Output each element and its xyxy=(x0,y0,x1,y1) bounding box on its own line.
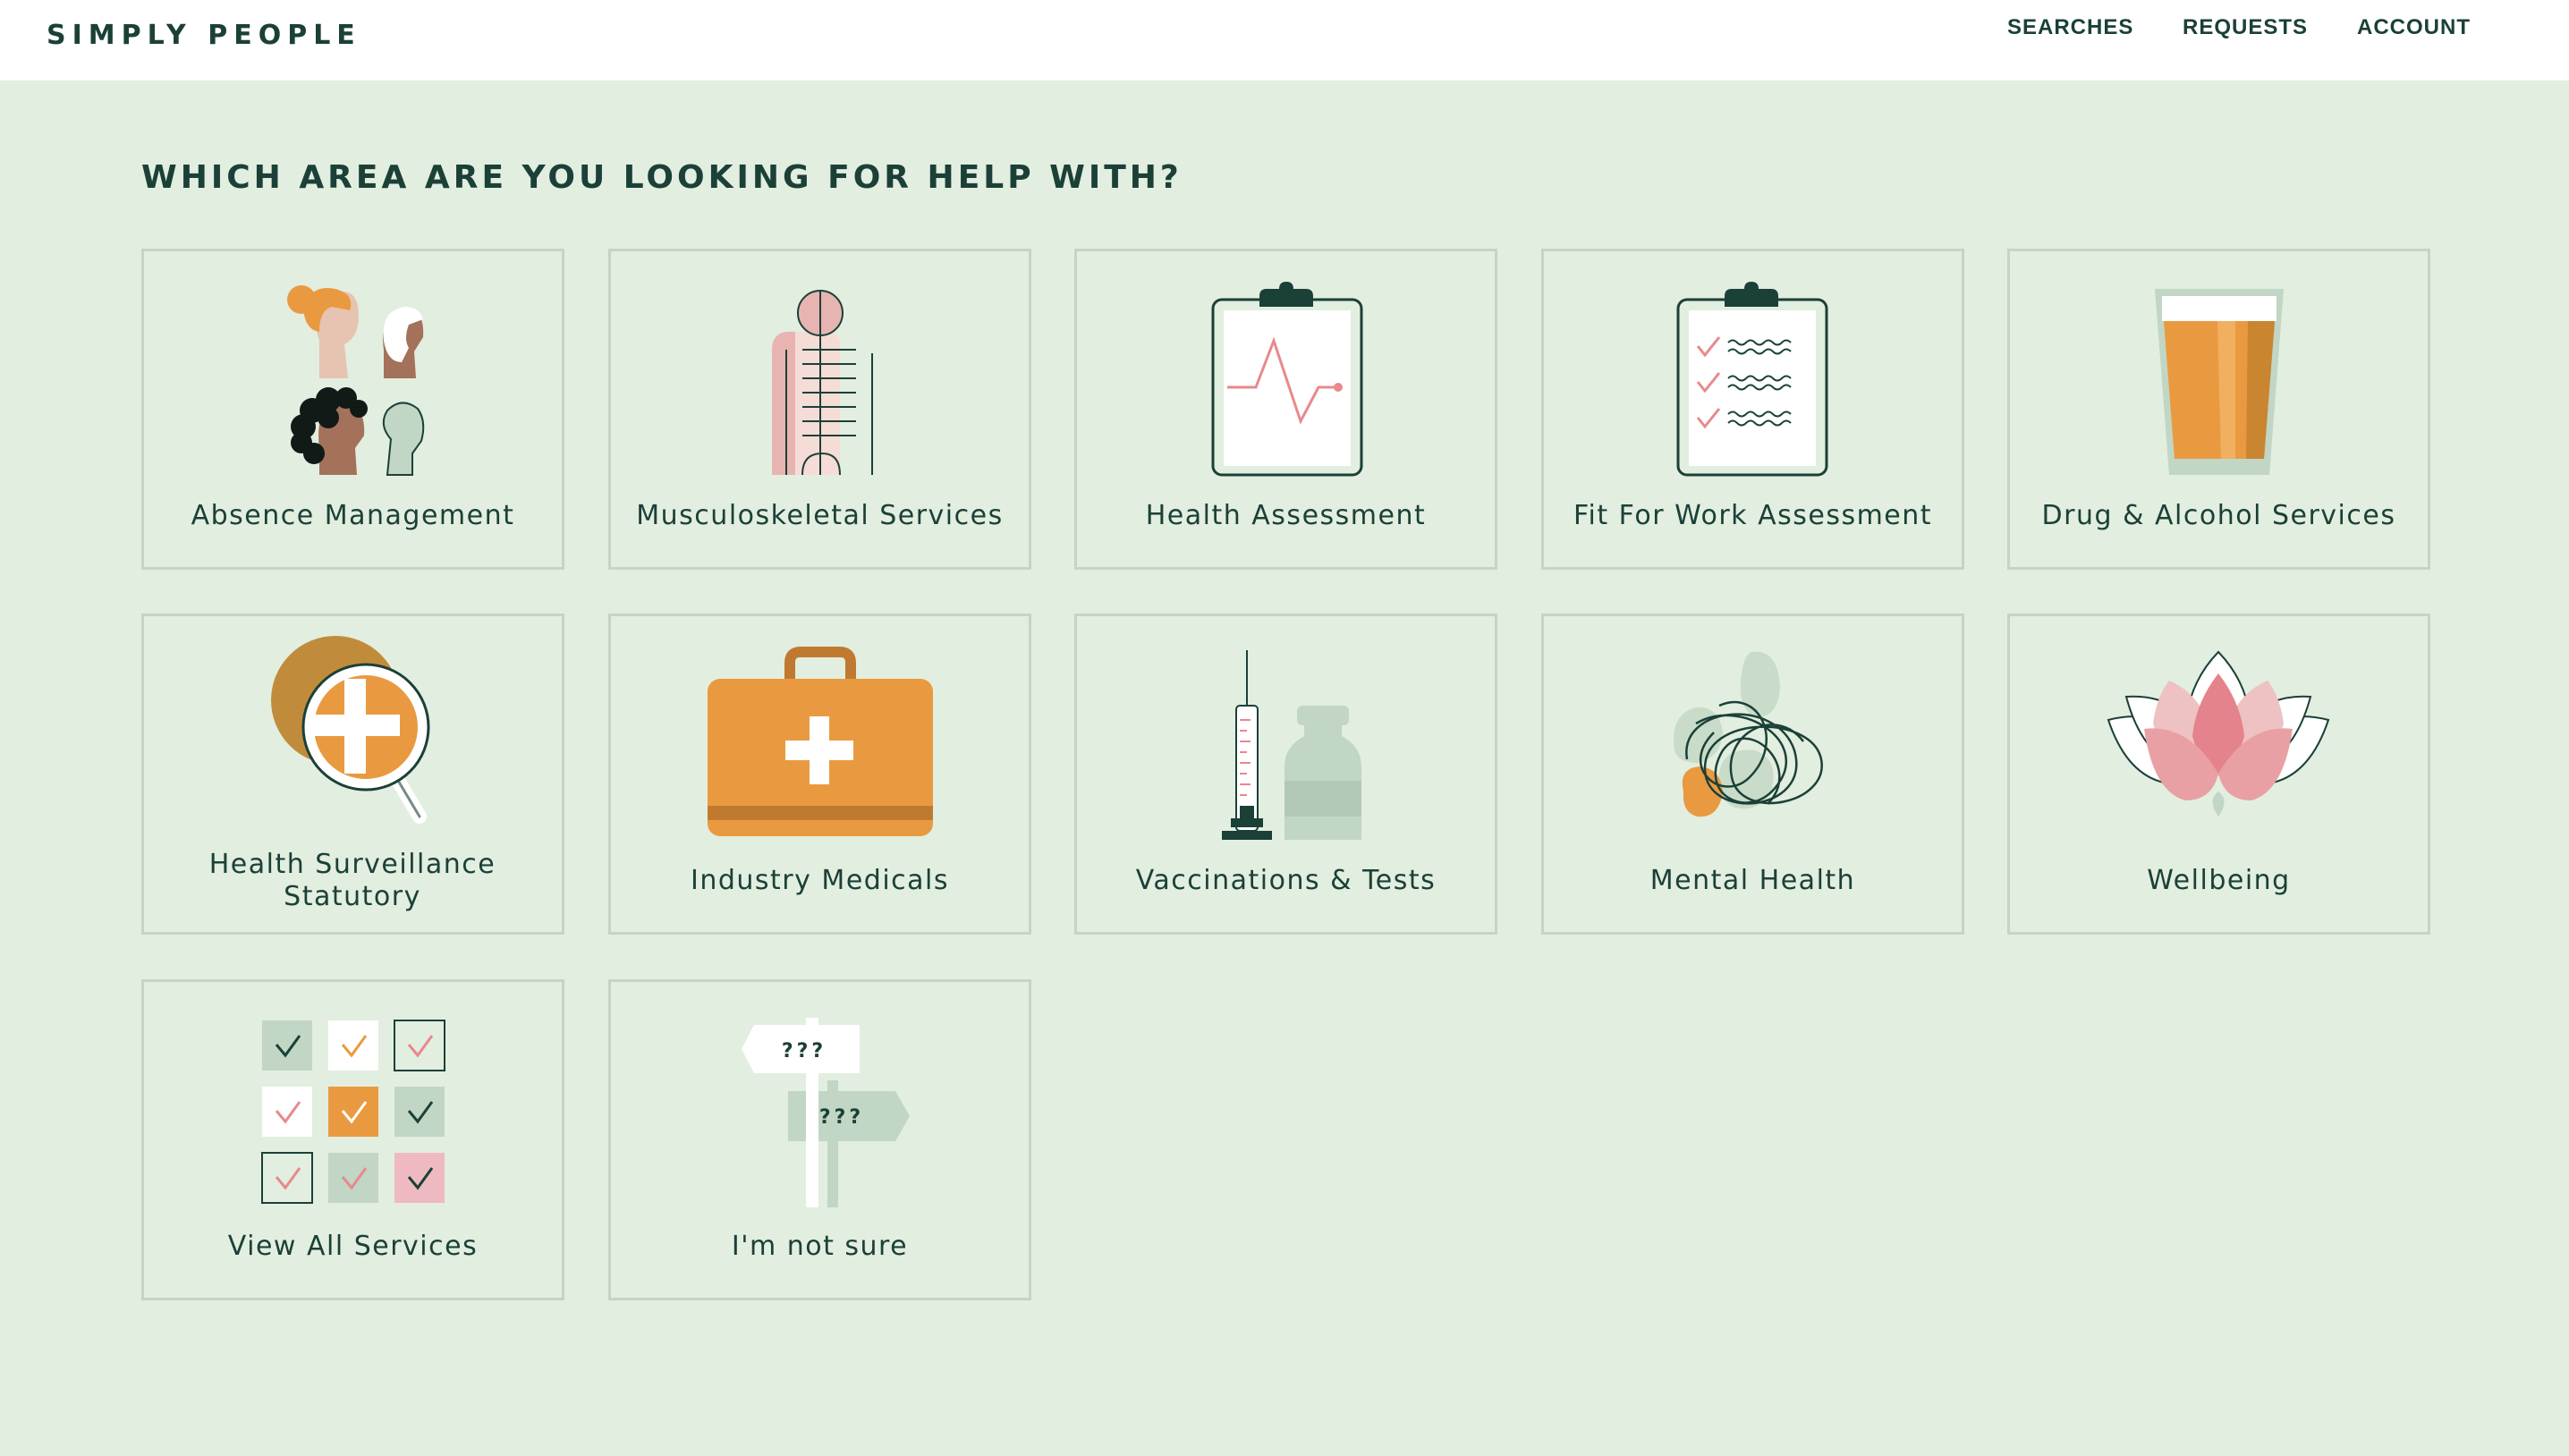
service-label: Vaccinations & Tests xyxy=(1135,865,1437,896)
service-card-health-surveillance[interactable]: Health Surveillance Statutory xyxy=(141,614,564,935)
service-label: Absence Management xyxy=(191,500,515,531)
clipboard-checklist-icon xyxy=(1544,251,1962,484)
signpost-icon: ??? ??? xyxy=(611,982,1029,1215)
lotus-icon xyxy=(2010,616,2428,849)
top-navigation-bar: SIMPLY PEOPLE SEARCHES REQUESTS ACCOUNT xyxy=(0,0,2569,80)
service-card-not-sure[interactable]: ??? ??? I'm not sure xyxy=(608,979,1031,1300)
nav-account-link[interactable]: ACCOUNT xyxy=(2357,15,2471,40)
syringe-vial-icon xyxy=(1077,616,1495,849)
service-card-fit-for-work[interactable]: Fit For Work Assessment xyxy=(1541,249,1964,570)
service-label: Fit For Work Assessment xyxy=(1573,500,1933,531)
service-card-health-assessment[interactable]: Health Assessment xyxy=(1074,249,1497,570)
service-label: Wellbeing xyxy=(2147,865,2291,896)
nav-searches-link[interactable]: SEARCHES xyxy=(2007,15,2133,40)
clipboard-chart-icon xyxy=(1077,251,1495,484)
page-title: WHICH AREA ARE YOU LOOKING FOR HELP WITH… xyxy=(141,159,1183,196)
checkbox-grid-icon xyxy=(144,982,562,1215)
service-label: Health Assessment xyxy=(1145,500,1427,531)
service-card-vaccinations-tests[interactable]: Vaccinations & Tests xyxy=(1074,614,1497,935)
service-card-view-all-services[interactable]: View All Services xyxy=(141,979,564,1300)
tangled-mind-icon xyxy=(1544,616,1962,849)
service-card-mental-health[interactable]: Mental Health xyxy=(1541,614,1964,935)
signpost-text: ??? xyxy=(819,1106,864,1129)
service-label: Industry Medicals xyxy=(691,865,949,896)
service-card-drug-alcohol[interactable]: Drug & Alcohol Services xyxy=(2007,249,2430,570)
service-card-industry-medicals[interactable]: Industry Medicals xyxy=(608,614,1031,935)
skeleton-icon xyxy=(611,251,1029,484)
medical-case-icon xyxy=(611,616,1029,849)
service-label: Health Surveillance Statutory xyxy=(208,849,496,912)
nav-requests-link[interactable]: REQUESTS xyxy=(2183,15,2308,40)
people-icon xyxy=(144,251,562,484)
service-label: Mental Health xyxy=(1649,865,1856,896)
service-label: I'm not sure xyxy=(731,1231,909,1262)
service-card-wellbeing[interactable]: Wellbeing xyxy=(2007,614,2430,935)
service-label: Drug & Alcohol Services xyxy=(2041,500,2396,531)
service-card-absence-management[interactable]: Absence Management xyxy=(141,249,564,570)
service-card-musculoskeletal[interactable]: Musculoskeletal Services xyxy=(608,249,1031,570)
magnifier-cross-icon xyxy=(144,616,562,849)
service-label: View All Services xyxy=(227,1231,479,1262)
service-label: Musculoskeletal Services xyxy=(636,500,1004,531)
brand-logo[interactable]: SIMPLY PEOPLE xyxy=(47,20,361,51)
beer-glass-icon xyxy=(2010,251,2428,484)
signpost-text: ??? xyxy=(782,1040,827,1062)
